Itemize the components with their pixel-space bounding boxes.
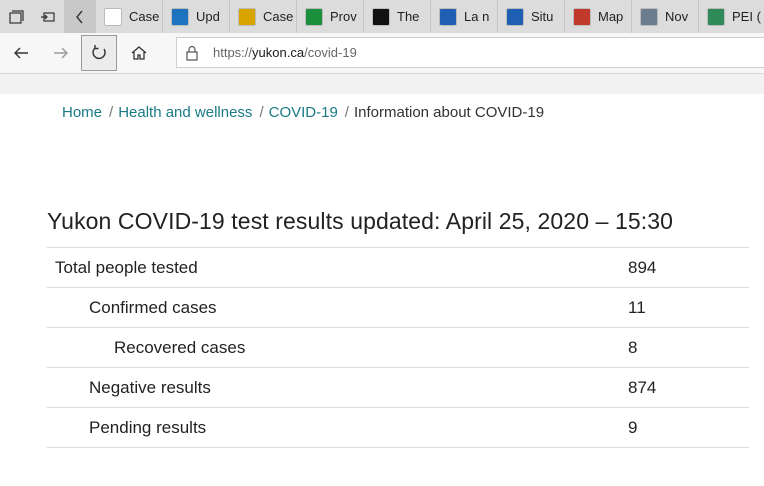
result-label: Total people tested xyxy=(47,247,628,288)
result-value: 894 xyxy=(628,247,749,288)
tab-label: PEI ( xyxy=(732,9,761,24)
arrow-left-icon xyxy=(14,47,28,59)
tab-label: Case xyxy=(129,9,160,24)
chevron-left-icon xyxy=(76,10,83,23)
forward-button[interactable] xyxy=(43,35,79,71)
browser-tab[interactable]: Case xyxy=(230,0,297,33)
tab-label: The xyxy=(397,9,420,24)
address-bar[interactable]: https://yukon.ca/covid-19 xyxy=(176,37,764,68)
browser-tab[interactable]: Nov xyxy=(632,0,699,33)
browser-tab[interactable]: Prov xyxy=(297,0,364,33)
lock-icon xyxy=(186,45,198,61)
breadcrumb-home-link[interactable]: Home xyxy=(62,104,102,121)
island-icon xyxy=(707,7,725,26)
tab-label: Nov xyxy=(665,9,689,24)
table-row: Confirmed cases 11 xyxy=(47,287,749,328)
tab-scroll-left-button[interactable] xyxy=(64,0,96,33)
test-results-table: Total people tested 894 Confirmed cases 11 R… xyxy=(47,247,749,448)
arrow-right-icon xyxy=(54,47,68,59)
table-row: Total people tested 894 xyxy=(47,247,749,288)
table-row: Negative results 874 xyxy=(47,367,749,408)
breadcrumb-separator: / xyxy=(344,104,349,121)
refresh-button[interactable] xyxy=(81,35,117,71)
chart-icon xyxy=(171,7,189,26)
navigation-toolbar: https://yukon.ca/covid-19 xyxy=(0,33,764,74)
tab-label: La n xyxy=(464,9,490,24)
browser-tab[interactable]: The xyxy=(364,0,431,33)
page-header-band xyxy=(0,74,764,94)
tab-strip: CaseUpdCaseProvTheLa nSituMapNovPEI (C xyxy=(0,0,764,33)
trillium-icon xyxy=(372,7,390,26)
table-row: Pending results 9 xyxy=(47,407,749,448)
result-value: 9 xyxy=(628,407,749,448)
tab-actions-button[interactable] xyxy=(0,0,32,33)
refresh-icon xyxy=(92,45,106,60)
breadcrumb-separator: / xyxy=(109,104,114,121)
home-button[interactable] xyxy=(121,35,157,71)
breadcrumb: Home / Health and wellness / COVID-19/Inform… xyxy=(62,104,544,121)
result-label: Confirmed cases xyxy=(47,287,628,328)
document-icon xyxy=(238,7,256,26)
ship-icon xyxy=(573,7,591,26)
url-text: https://yukon.ca/covid-19 xyxy=(213,45,357,60)
fleur-de-lis-icon xyxy=(439,7,457,26)
result-value: 8 xyxy=(628,327,749,368)
url-path: /covid-19 xyxy=(304,45,357,60)
breadcrumb-covid-link[interactable]: COVID-19 xyxy=(269,104,338,121)
breadcrumb-current: Information about COVID-19 xyxy=(353,104,545,121)
fleur-de-lis-icon xyxy=(506,7,524,26)
breadcrumb-separator: / xyxy=(259,104,264,121)
table-row: Recovered cases 8 xyxy=(47,327,749,368)
browser-tab[interactable]: PEI ( xyxy=(699,0,764,33)
browser-tab[interactable]: Situ xyxy=(498,0,565,33)
breadcrumb-health-link[interactable]: Health and wellness xyxy=(118,104,252,121)
set-aside-icon xyxy=(41,11,55,22)
tab-label: Upd xyxy=(196,9,220,24)
browser-tab[interactable]: Case xyxy=(96,0,163,33)
browser-tab[interactable]: Map xyxy=(565,0,632,33)
home-icon xyxy=(131,46,147,60)
set-aside-tabs-button[interactable] xyxy=(32,0,64,33)
page-title: Yukon COVID-19 test results updated: Apr… xyxy=(47,208,674,234)
back-button[interactable] xyxy=(3,35,39,71)
seal-icon xyxy=(640,7,658,26)
result-label: Pending results xyxy=(47,407,628,448)
browser-tab[interactable]: Upd xyxy=(163,0,230,33)
tab-label: Prov xyxy=(330,9,357,24)
flag-icon xyxy=(305,7,323,26)
result-label: Recovered cases xyxy=(47,327,628,368)
tab-actions-icon xyxy=(9,9,24,24)
browser-tab[interactable]: La n xyxy=(431,0,498,33)
tab-label: Situ xyxy=(531,9,554,24)
tab-label: Map xyxy=(598,9,624,24)
tab-label: Case xyxy=(263,9,294,24)
result-value: 874 xyxy=(628,367,749,408)
app-icon xyxy=(104,7,122,26)
url-host: yukon.ca xyxy=(252,45,305,60)
url-scheme: https:// xyxy=(213,45,253,60)
result-label: Negative results xyxy=(47,367,628,408)
result-value: 11 xyxy=(628,287,749,328)
